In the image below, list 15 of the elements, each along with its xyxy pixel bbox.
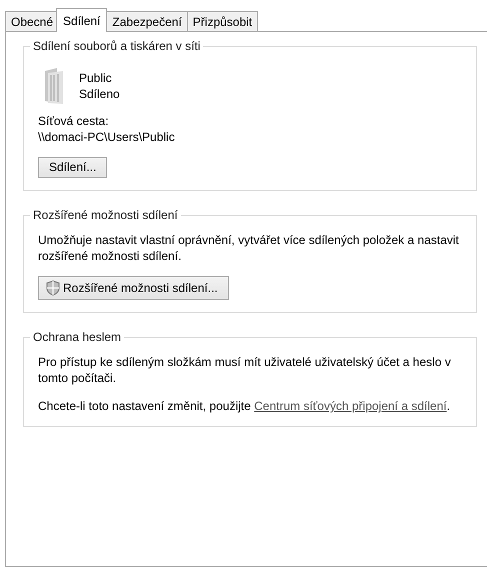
advanced-sharing-button[interactable]: Rozšířené možnosti sdílení... [38, 276, 229, 300]
path-label: Síťová cesta: [38, 113, 110, 129]
tab[interactable]: Sdílení [56, 8, 108, 32]
description: Pro přístup ke sdíleným složkám musí mít uživatelé uživatelský účet a heslo v tomto počítači. [38, 354, 452, 386]
network-center-link[interactable]: Centrum síťových připojení a sdílení [254, 399, 447, 413]
description: Umožňuje nastavit vlastní oprávnění, vytvářet více sdílených položek a nastavit rozšířené možnosti sdílení. [38, 232, 460, 264]
tab[interactable]: Zabezpečení [106, 11, 188, 31]
tab[interactable]: Přizpůsobit [186, 11, 258, 31]
folder-icon [43, 67, 65, 105]
folder-name: Public [79, 70, 113, 86]
change-note: Chcete-li toto nastavení změnit, použijte Centrum síťových připojení a sdílení. [38, 398, 452, 414]
share-status: Sdíleno [79, 86, 120, 102]
shield-icon [45, 280, 61, 296]
network-path: \\domaci-PC\Users\Public [38, 129, 176, 145]
share-button[interactable]: Sdílení... [38, 157, 108, 178]
